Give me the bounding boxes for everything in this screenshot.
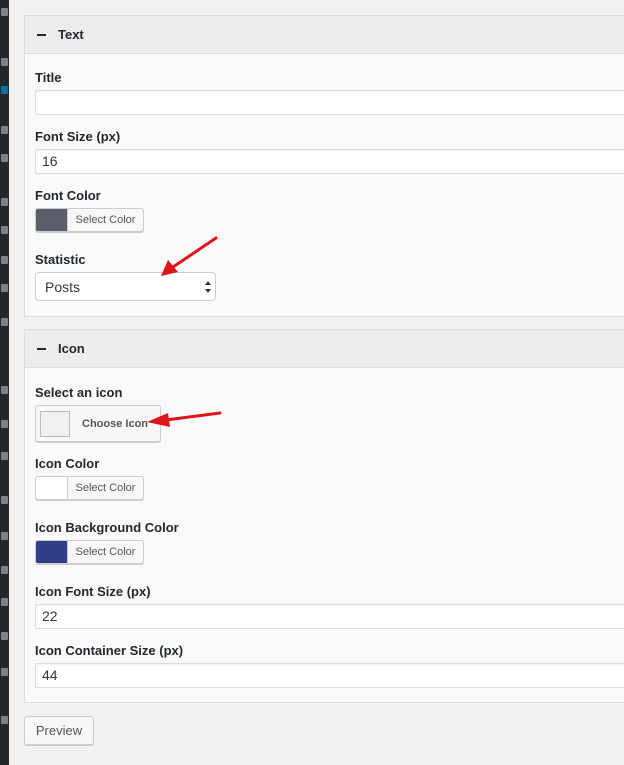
menu-icon[interactable] — [1, 716, 8, 724]
choose-icon-label: Choose Icon — [82, 417, 149, 430]
icon-section-header[interactable]: Icon — [25, 330, 624, 368]
icon-font-size-label: Icon Font Size (px) — [35, 584, 151, 599]
menu-icon[interactable] — [1, 198, 8, 206]
font-color-label: Font Color — [35, 188, 101, 203]
title-input[interactable] — [35, 90, 624, 115]
icon-container-size-label: Icon Container Size (px) — [35, 643, 184, 658]
font-color-button-label: Select Color — [75, 214, 136, 226]
menu-icon[interactable] — [1, 126, 8, 134]
menu-icon[interactable] — [1, 284, 8, 292]
icon-bg-color-label: Icon Background Color — [35, 520, 179, 535]
menu-icon[interactable] — [1, 566, 8, 574]
icon-color-label: Icon Color — [35, 456, 100, 471]
icon-color-swatch — [36, 477, 68, 499]
font-color-swatch — [36, 209, 68, 231]
icon-color-button-label: Select Color — [75, 482, 136, 494]
icon-color-picker-button[interactable]: Select Color — [35, 476, 144, 500]
menu-icon[interactable] — [1, 58, 8, 66]
admin-sidebar-edge — [0, 0, 9, 765]
icon-container-size-input[interactable]: 44 — [35, 663, 624, 688]
menu-icon[interactable] — [1, 452, 8, 460]
collapse-icon[interactable] — [37, 33, 46, 36]
title-label: Title — [35, 70, 62, 85]
menu-icon[interactable] — [1, 496, 8, 504]
font-size-input[interactable]: 16 — [35, 149, 624, 174]
menu-icon[interactable] — [1, 632, 8, 640]
menu-icon[interactable] — [1, 668, 8, 676]
menu-icon[interactable] — [1, 154, 8, 162]
statistic-selected-value: Posts — [45, 278, 81, 295]
icon-bg-color-swatch — [36, 541, 68, 563]
menu-icon[interactable] — [1, 318, 8, 326]
icon-section-title: Icon — [58, 341, 85, 356]
menu-icon[interactable] — [1, 386, 8, 394]
icon-bg-color-picker-button[interactable]: Select Color — [35, 540, 144, 564]
menu-icon[interactable] — [1, 598, 8, 606]
icon-preview-box — [40, 410, 70, 437]
menu-icon[interactable] — [1, 420, 8, 428]
text-section-header[interactable]: Text — [25, 16, 624, 54]
icon-section: Icon Select an icon Choose Icon Icon Col… — [24, 329, 624, 703]
menu-icon[interactable] — [1, 256, 8, 264]
menu-icon[interactable] — [1, 8, 8, 16]
statistic-label: Statistic — [35, 252, 86, 267]
select-arrows-icon — [205, 281, 211, 293]
icon-bg-color-button-label: Select Color — [75, 546, 136, 558]
icon-font-size-input[interactable]: 22 — [35, 604, 624, 629]
font-color-picker-button[interactable]: Select Color — [35, 208, 144, 232]
font-size-label: Font Size (px) — [35, 129, 121, 144]
menu-icon[interactable] — [1, 532, 8, 540]
menu-icon-active[interactable] — [1, 86, 8, 94]
menu-icon[interactable] — [1, 226, 8, 234]
text-section: Text Title Font Size (px) 16 Font Color … — [24, 15, 624, 317]
annotation-arrow-icon — [161, 236, 218, 276]
text-section-title: Text — [58, 27, 84, 42]
collapse-icon[interactable] — [37, 347, 46, 350]
select-icon-label: Select an icon — [35, 385, 123, 400]
annotation-arrow-icon — [147, 411, 222, 427]
preview-button[interactable]: Preview — [24, 716, 94, 745]
